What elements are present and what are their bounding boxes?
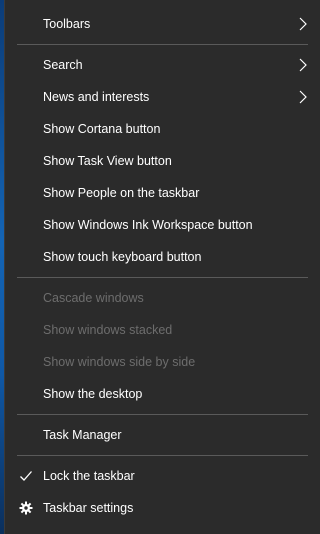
menu-item-show-windows-stacked: Show windows stacked (5, 314, 320, 346)
menu-item-toolbars[interactable]: Toolbars (5, 8, 320, 40)
menu-item-label: Show Task View button (43, 154, 172, 168)
menu-item-show-ink-workspace[interactable]: Show Windows Ink Workspace button (5, 209, 320, 241)
menu-item-show-windows-side-by-side: Show windows side by side (5, 346, 320, 378)
menu-item-search[interactable]: Search (5, 49, 320, 81)
menu-separator (17, 44, 308, 45)
menu-item-news-and-interests[interactable]: News and interests (5, 81, 320, 113)
menu-item-taskbar-settings[interactable]: Taskbar settings (5, 492, 320, 524)
menu-item-label: Search (43, 58, 83, 72)
chevron-right-icon (299, 58, 307, 72)
menu-item-label: Taskbar settings (43, 501, 134, 515)
menu-item-label: Show windows stacked (43, 323, 173, 337)
menu-item-show-task-view-button[interactable]: Show Task View button (5, 145, 320, 177)
menu-item-label: Show windows side by side (43, 355, 196, 369)
menu-item-label: Task Manager (43, 428, 122, 442)
menu-item-label: Lock the taskbar (43, 469, 135, 483)
menu-separator (17, 277, 308, 278)
chevron-right-icon (299, 17, 307, 31)
menu-item-task-manager[interactable]: Task Manager (5, 419, 320, 451)
menu-item-show-the-desktop[interactable]: Show the desktop (5, 378, 320, 410)
menu-item-show-people[interactable]: Show People on the taskbar (5, 177, 320, 209)
checkmark-icon (20, 471, 32, 481)
menu-item-label: Show the desktop (43, 387, 143, 401)
menu-item-show-cortana-button[interactable]: Show Cortana button (5, 113, 320, 145)
menu-item-lock-the-taskbar[interactable]: Lock the taskbar (5, 460, 320, 492)
menu-item-show-touch-keyboard[interactable]: Show touch keyboard button (5, 241, 320, 273)
taskbar-context-menu: Toolbars Search News and interests Show … (4, 0, 320, 534)
menu-item-label: Toolbars (43, 17, 91, 31)
menu-item-label: News and interests (43, 90, 150, 104)
menu-item-label: Show Windows Ink Workspace button (43, 218, 253, 232)
chevron-right-icon (299, 90, 307, 104)
menu-separator (17, 414, 308, 415)
menu-item-label: Show People on the taskbar (43, 186, 200, 200)
menu-item-cascade-windows: Cascade windows (5, 282, 320, 314)
menu-separator (17, 455, 308, 456)
gear-icon (19, 501, 33, 515)
menu-item-label: Show touch keyboard button (43, 250, 202, 264)
menu-item-label: Show Cortana button (43, 122, 161, 136)
menu-item-label: Cascade windows (43, 291, 144, 305)
